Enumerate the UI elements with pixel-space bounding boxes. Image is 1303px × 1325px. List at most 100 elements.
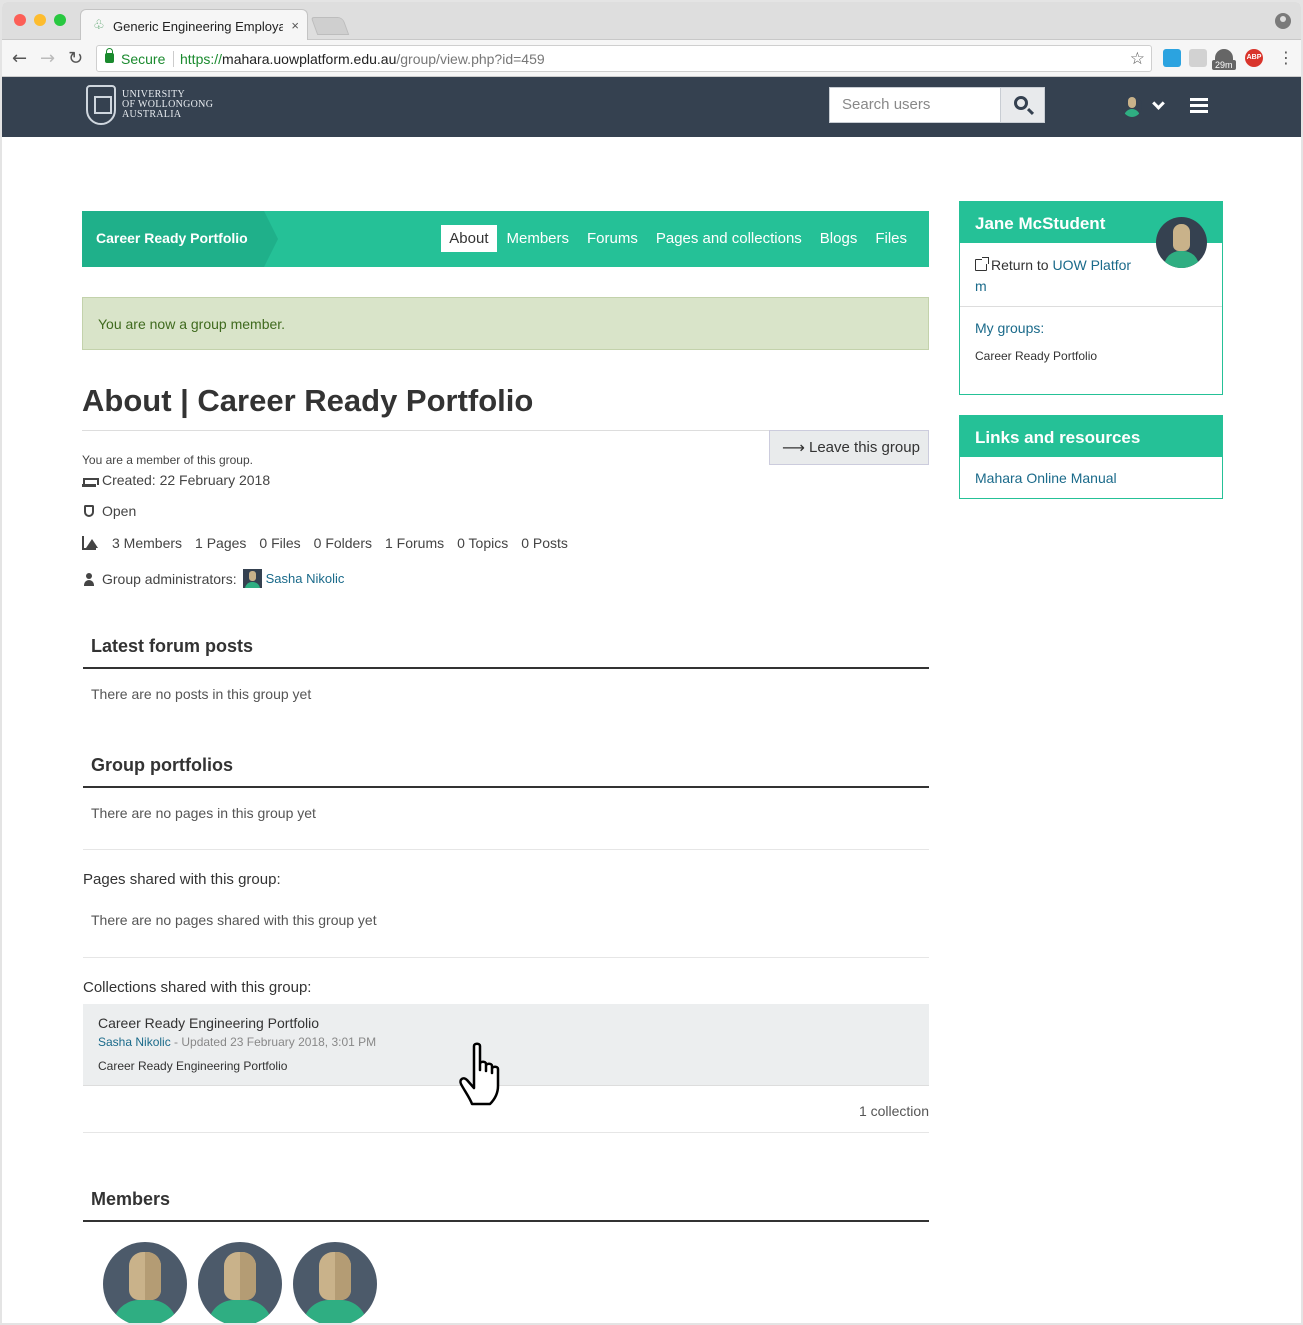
extension-icon-1[interactable] bbox=[1163, 49, 1181, 67]
members-heading: Members bbox=[91, 1189, 171, 1209]
admin-name-link[interactable]: Sasha Nikolic bbox=[266, 571, 345, 586]
group-name[interactable]: Career Ready Portfolio bbox=[96, 230, 248, 246]
avatar-body bbox=[208, 1300, 272, 1323]
page-title: About | Career Ready Portfolio bbox=[82, 383, 534, 418]
stat-files: 0 Files bbox=[259, 535, 301, 551]
hamburger-menu-icon[interactable] bbox=[1190, 98, 1208, 113]
links-card-header: Links and resources bbox=[960, 416, 1222, 457]
birthday-cake-icon bbox=[82, 473, 99, 487]
avatar[interactable] bbox=[242, 569, 262, 588]
back-arrow-icon[interactable]: ← bbox=[12, 48, 27, 69]
member-avatar[interactable] bbox=[103, 1242, 187, 1323]
forward-arrow-icon[interactable]: → bbox=[40, 48, 55, 69]
mahara-manual-link[interactable]: Mahara Online Manual bbox=[975, 470, 1117, 486]
group-tabs: About Members Forums Pages and collectio… bbox=[439, 225, 915, 252]
tab-pages-and-collections[interactable]: Pages and collections bbox=[648, 225, 810, 252]
tab-forums[interactable]: Forums bbox=[579, 225, 646, 252]
url-field[interactable]: Secure https://mahara.uowplatform.edu.au… bbox=[96, 45, 1152, 72]
maximize-window-button[interactable] bbox=[54, 14, 66, 26]
url-protocol: https:// bbox=[180, 51, 223, 67]
extension-icon-2[interactable] bbox=[1189, 49, 1207, 67]
no-posts-message: There are no posts in this group yet bbox=[91, 686, 312, 702]
user-icon bbox=[82, 572, 96, 586]
browser-tab[interactable]: ♧ Generic Engineering Employab × bbox=[80, 9, 308, 41]
search-users-input[interactable]: Search users bbox=[829, 87, 1001, 123]
tab-close-icon[interactable]: × bbox=[291, 18, 299, 33]
divider bbox=[83, 667, 929, 669]
avatar[interactable] bbox=[1156, 217, 1207, 268]
leave-group-label: Leave this group bbox=[809, 439, 920, 456]
avatar-body bbox=[303, 1300, 367, 1323]
group-admins-label: Group administrators: bbox=[102, 570, 237, 587]
divider bbox=[83, 957, 929, 958]
leave-group-button[interactable]: ⟶ Leave this group bbox=[769, 430, 929, 465]
reload-icon[interactable]: ↻ bbox=[68, 48, 83, 69]
group-portfolios-heading: Group portfolios bbox=[91, 755, 233, 775]
stat-folders: 0 Folders bbox=[313, 535, 372, 551]
browser-tab-bar: ♧ Generic Engineering Employab × bbox=[2, 2, 1301, 41]
favicon-icon: ♧ bbox=[93, 18, 105, 33]
avatar-face bbox=[224, 1252, 256, 1300]
return-to-platform-link[interactable]: Return to UOW Platfor m bbox=[975, 255, 1150, 297]
collection-author-link[interactable]: Sasha Nikolic bbox=[98, 1035, 171, 1049]
links-resources-title: Links and resources bbox=[975, 428, 1141, 447]
collection-description: Career Ready Engineering Portfolio bbox=[98, 1059, 288, 1073]
no-shared-pages-message: There are no pages shared with this grou… bbox=[91, 912, 377, 928]
shield-icon bbox=[84, 505, 94, 517]
avatar-body bbox=[113, 1300, 177, 1323]
return-link-wrap[interactable]: m bbox=[975, 278, 987, 294]
url-text: https://mahara.uowplatform.edu.au/group/… bbox=[180, 51, 545, 67]
url-path: /group/view.php?id=459 bbox=[396, 51, 545, 67]
divider bbox=[83, 849, 929, 850]
bookmark-star-icon[interactable]: ☆ bbox=[1130, 49, 1145, 69]
area-chart-icon bbox=[82, 536, 98, 550]
search-icon bbox=[1014, 96, 1028, 110]
university-logo[interactable]: UNIVERSITY OF WOLLONGONG AUSTRALIA bbox=[86, 85, 213, 125]
member-avatar[interactable] bbox=[293, 1242, 377, 1323]
minimize-window-button[interactable] bbox=[34, 14, 46, 26]
collection-updated: - Updated 23 February 2018, 3:01 PM bbox=[170, 1035, 377, 1049]
latest-forum-posts-heading: Latest forum posts bbox=[91, 636, 254, 656]
membership-note: You are a member of this group. bbox=[82, 453, 253, 467]
logo-text: UNIVERSITY OF WOLLONGONG AUSTRALIA bbox=[122, 90, 213, 120]
avatar-face bbox=[129, 1252, 161, 1300]
tab-title: Generic Engineering Employab bbox=[113, 19, 283, 34]
hand-pointer-cursor-icon bbox=[459, 1042, 500, 1106]
new-tab-button[interactable] bbox=[310, 17, 350, 35]
created-date: Created: 22 February 2018 bbox=[102, 472, 271, 488]
tab-members[interactable]: Members bbox=[499, 225, 578, 252]
address-bar: ← → ↻ Secure https://mahara.uowplatform.… bbox=[2, 40, 1301, 77]
group-status: Open bbox=[102, 503, 137, 519]
success-alert: You are now a group member. bbox=[82, 297, 929, 350]
user-name[interactable]: Jane McStudent bbox=[975, 214, 1105, 234]
links-resources-card: Links and resources Mahara Online Manual bbox=[959, 415, 1223, 499]
stat-members: 3 Members bbox=[112, 535, 183, 551]
collection-count: 1 collection bbox=[858, 1103, 929, 1119]
close-window-button[interactable] bbox=[14, 14, 26, 26]
collection-meta: Sasha Nikolic - Updated 23 February 2018… bbox=[98, 1035, 376, 1049]
my-group-link[interactable]: Career Ready Portfolio bbox=[975, 349, 1097, 363]
no-pages-message: There are no pages in this group yet bbox=[91, 805, 316, 821]
avatar bbox=[1122, 95, 1142, 117]
created-row: Created: 22 February 2018 bbox=[82, 472, 270, 488]
stats-row: 3 Members 1 Pages 0 Files 0 Folders 1 Fo… bbox=[82, 535, 581, 551]
logo-line: AUSTRALIA bbox=[122, 109, 182, 120]
tab-blogs[interactable]: Blogs bbox=[812, 225, 866, 252]
tab-files[interactable]: Files bbox=[867, 225, 915, 252]
search-button[interactable] bbox=[1000, 87, 1045, 123]
browser-menu-icon[interactable]: ⋮ bbox=[1278, 48, 1294, 67]
divider bbox=[83, 786, 929, 788]
my-groups-label: My groups: bbox=[975, 320, 1045, 336]
avatar-face bbox=[319, 1252, 351, 1300]
user-menu-toggle[interactable] bbox=[1122, 95, 1170, 119]
collections-shared-heading: Collections shared with this group: bbox=[83, 979, 312, 996]
return-link-text[interactable]: UOW Platfor bbox=[1052, 257, 1131, 273]
arrow-right-icon: ⟶ bbox=[782, 438, 805, 457]
member-avatar[interactable] bbox=[198, 1242, 282, 1323]
group-nav-bar: Career Ready Portfolio About Members For… bbox=[82, 211, 929, 267]
adblock-icon[interactable]: ABP bbox=[1245, 49, 1263, 67]
url-host: mahara.uowplatform.edu.au bbox=[222, 51, 397, 67]
browser-profile-icon[interactable] bbox=[1275, 13, 1291, 29]
collection-title-link[interactable]: Career Ready Engineering Portfolio bbox=[98, 1015, 319, 1031]
tab-about[interactable]: About bbox=[441, 225, 497, 252]
